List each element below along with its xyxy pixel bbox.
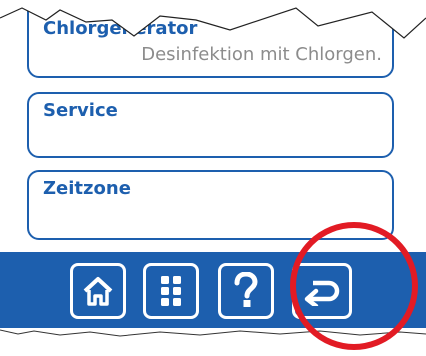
- home-icon: [83, 277, 113, 306]
- menu-item-zeitzone[interactable]: Zeitzone: [27, 170, 394, 240]
- home-button[interactable]: [70, 263, 126, 319]
- back-return-icon: [304, 280, 340, 306]
- bottom-navigation-bar: [0, 252, 426, 332]
- back-button[interactable]: [292, 263, 352, 319]
- menu-item-service[interactable]: Service: [27, 92, 394, 158]
- screen: Chlorgenerator Desinfektion mit Chlorgen…: [0, 0, 426, 356]
- menu-item-title: Service: [43, 100, 118, 121]
- menu-item-title: Zeitzone: [43, 178, 131, 199]
- torn-edge: [0, 0, 426, 39]
- torn-edge-bottom: [0, 328, 426, 356]
- grid-menu-button[interactable]: [143, 263, 199, 319]
- help-button[interactable]: [218, 263, 274, 319]
- help-icon: [234, 272, 258, 307]
- grid-menu-icon: [161, 276, 181, 306]
